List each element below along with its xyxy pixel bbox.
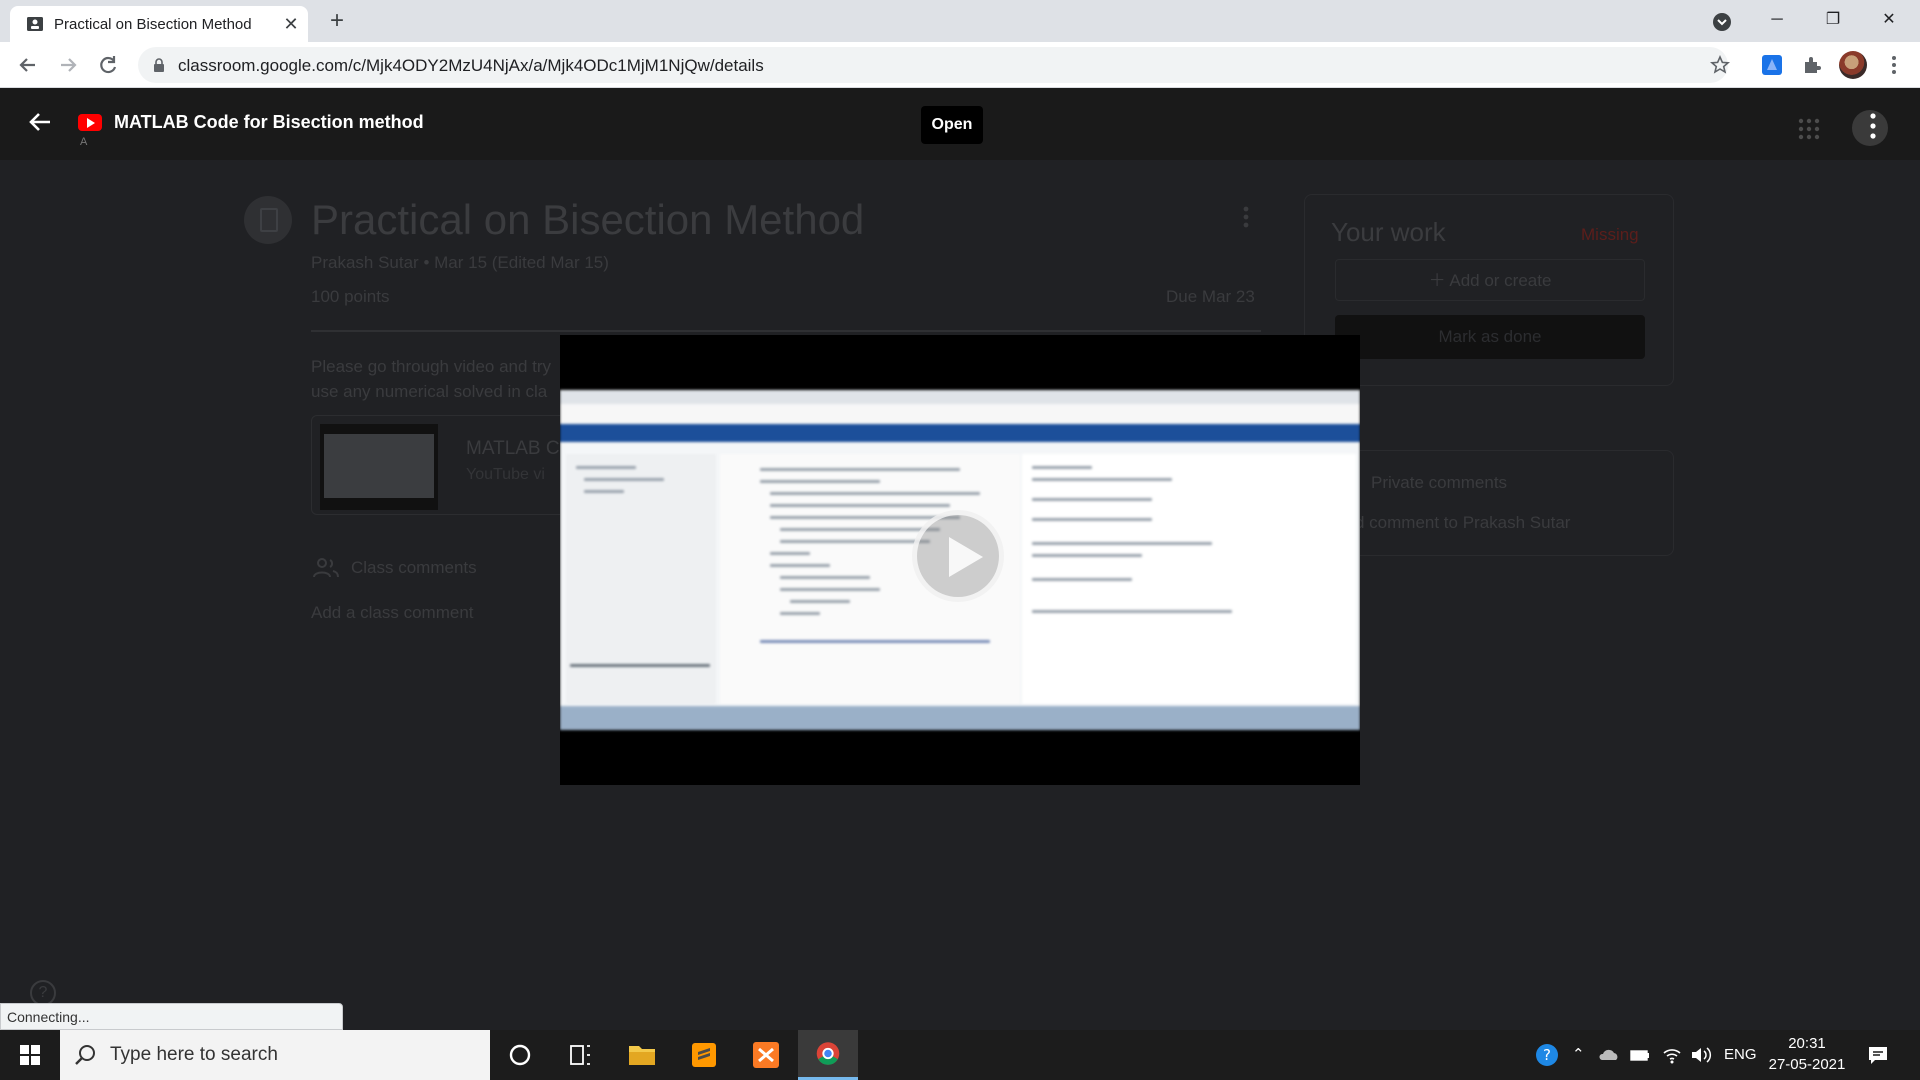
assignment-description: Please go through video and try use any … <box>311 357 552 401</box>
chrome-taskbar-icon[interactable] <box>798 1030 858 1080</box>
browser-tab-strip: Practical on Bisection Method ✕ + ─ ❐ ✕ <box>0 0 1920 42</box>
browser-status-bubble: Connecting... <box>0 1003 343 1030</box>
add-or-create-label: Add or create <box>1449 271 1552 290</box>
tab-title: Practical on Bisection Method <box>54 16 252 33</box>
open-button[interactable]: Open <box>921 106 983 144</box>
assignment-more-icon[interactable] <box>1243 206 1249 228</box>
plus-icon: ＋ <box>1428 271 1450 290</box>
tab-search-icon[interactable] <box>1712 12 1732 32</box>
svg-text:?: ? <box>1543 1046 1551 1064</box>
windows-start-icon[interactable] <box>0 1030 60 1080</box>
add-class-comment-link[interactable]: Add a class comment <box>311 603 474 623</box>
close-tab-icon[interactable]: ✕ <box>280 13 302 35</box>
cortana-icon[interactable] <box>490 1030 550 1080</box>
new-tab-icon[interactable]: + <box>324 8 350 34</box>
help-tray-icon[interactable]: ? <box>1534 1042 1560 1068</box>
classroom-favicon-icon <box>27 17 43 31</box>
restore-icon[interactable]: ❐ <box>1810 4 1856 36</box>
extensions-puzzle-icon[interactable] <box>1800 53 1824 77</box>
minimize-icon[interactable]: ─ <box>1754 4 1800 36</box>
play-icon[interactable] <box>912 510 1004 602</box>
file-explorer-icon[interactable] <box>612 1030 672 1080</box>
viewer-subtitle: A <box>80 136 88 148</box>
browser-tab[interactable]: Practical on Bisection Method ✕ <box>10 6 308 42</box>
search-icon <box>75 1045 95 1065</box>
wifi-icon[interactable] <box>1662 1045 1682 1065</box>
assignment-points: 100 points <box>311 287 390 306</box>
browser-menu-icon[interactable] <box>1882 53 1906 77</box>
extension-drive-icon[interactable] <box>1760 53 1784 77</box>
private-comments-title: Private comments <box>1371 473 1508 492</box>
viewer-title: MATLAB Code for Bisection method <box>114 112 424 132</box>
people-icon <box>313 558 339 578</box>
video-viewer-header: MATLAB Code for Bisection method A Open <box>0 88 1920 160</box>
assignment-title: Practical on Bisection Method <box>311 196 865 243</box>
clock-time: 20:31 <box>1788 1035 1826 1052</box>
lock-icon[interactable] <box>152 58 166 72</box>
google-apps-icon[interactable] <box>1798 118 1820 140</box>
assignment-due: Due Mar 23 <box>1166 287 1255 306</box>
clock-date: 27-05-2021 <box>1768 1056 1846 1073</box>
video-attachment-card[interactable]: MATLAB C YouTube vi <box>311 415 571 515</box>
volume-icon[interactable] <box>1690 1045 1712 1065</box>
status-badge: Missing <box>1581 225 1639 244</box>
youtube-icon <box>78 114 102 131</box>
mark-as-done-button[interactable]: Mark as done <box>1335 315 1645 359</box>
notifications-icon[interactable] <box>1866 1043 1890 1067</box>
taskbar-clock[interactable]: 20:31 27-05-2021 <box>1764 1033 1850 1075</box>
back-arrow-icon[interactable] <box>14 51 42 79</box>
profile-avatar[interactable] <box>1839 51 1867 79</box>
onedrive-icon[interactable] <box>1598 1045 1620 1065</box>
close-window-icon[interactable]: ✕ <box>1866 4 1912 36</box>
class-comments-label: Class comments <box>351 558 477 577</box>
xampp-icon[interactable] <box>736 1030 796 1080</box>
close-viewer-back-icon[interactable] <box>26 108 54 136</box>
taskbar-search-box[interactable]: Type here to search <box>60 1030 490 1080</box>
assignment-meta: Prakash Sutar • Mar 15 (Edited Mar 15) <box>311 253 609 272</box>
sublime-text-icon[interactable] <box>674 1030 734 1080</box>
address-bar[interactable]: classroom.google.com/c/Mjk4ODY2MzU4NjAx/… <box>138 47 1730 83</box>
attachment-title: MATLAB C <box>466 438 560 459</box>
browser-toolbar: classroom.google.com/c/Mjk4ODY2MzU4NjAx/… <box>0 42 1920 88</box>
video-player[interactable] <box>560 335 1360 785</box>
divider <box>311 330 1261 332</box>
viewer-more-options-icon[interactable] <box>1870 112 1876 140</box>
url-text: classroom.google.com/c/Mjk4ODY2MzU4NjAx/… <box>178 56 764 75</box>
add-private-comment-link[interactable]: d comment to Prakash Sutar <box>1355 513 1570 533</box>
battery-icon[interactable] <box>1630 1045 1650 1065</box>
windows-taskbar: Type here to search ? ⌃ ENG 20:31 27-05-… <box>0 1030 1920 1080</box>
add-or-create-button[interactable]: ＋ Add or create <box>1335 259 1645 301</box>
search-placeholder: Type here to search <box>110 1044 278 1065</box>
chevron-up-icon[interactable]: ⌃ <box>1572 1045 1585 1065</box>
assignment-icon <box>244 196 292 244</box>
bookmark-star-icon[interactable] <box>1710 55 1730 75</box>
language-indicator[interactable]: ENG <box>1724 1046 1757 1066</box>
attachment-source: YouTube vi <box>466 466 545 483</box>
task-view-icon[interactable] <box>550 1030 610 1080</box>
attachment-thumbnail <box>320 424 438 510</box>
your-work-title: Your work <box>1331 217 1446 247</box>
forward-arrow-icon[interactable] <box>54 51 82 79</box>
reload-icon[interactable] <box>94 51 122 79</box>
